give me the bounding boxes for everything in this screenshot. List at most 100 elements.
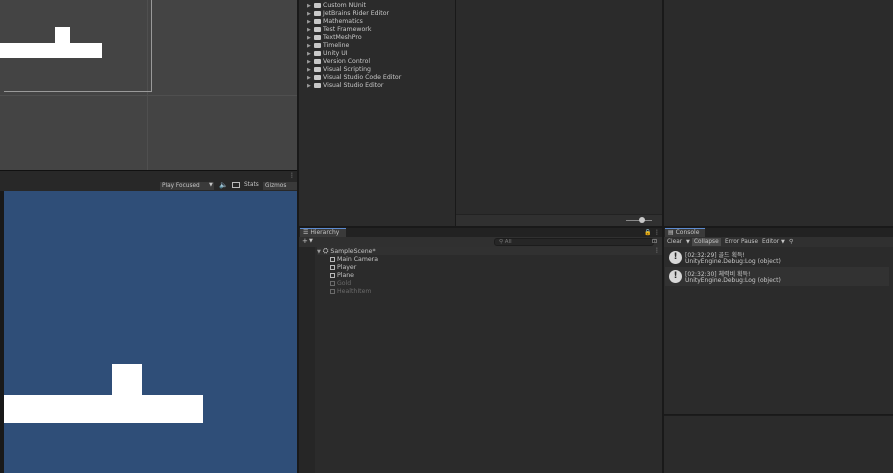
project-content-area[interactable] bbox=[456, 0, 662, 226]
collapse-arrow-icon[interactable]: ▼ bbox=[317, 249, 321, 255]
game-player-cube bbox=[112, 364, 142, 395]
hierarchy-tab-bar: 🔒 ⋮ bbox=[299, 228, 662, 237]
search-icon[interactable]: ⚲ bbox=[787, 238, 795, 246]
hierarchy-item-label: Main Camera bbox=[337, 256, 379, 263]
play-mode-dropdown[interactable]: Play Focused bbox=[160, 182, 214, 190]
inspector-panel bbox=[664, 0, 893, 226]
folder-label: Visual Scripting bbox=[323, 66, 371, 73]
chevron-down-icon[interactable]: ▼ bbox=[684, 238, 692, 246]
folder-icon bbox=[314, 10, 321, 16]
more-options-icon[interactable]: ⋮ bbox=[654, 229, 660, 236]
expand-arrow-icon[interactable]: ▶ bbox=[307, 50, 314, 58]
expand-arrow-icon[interactable]: ▶ bbox=[307, 42, 314, 50]
tree-item[interactable]: ▶ TextMeshPro bbox=[307, 34, 362, 42]
expand-arrow-icon[interactable]: ▶ bbox=[307, 26, 314, 34]
folder-icon bbox=[314, 58, 321, 64]
scene-plane[interactable] bbox=[0, 43, 102, 58]
hierarchy-item-inactive[interactable]: HealthItem bbox=[330, 288, 371, 296]
expand-arrow-icon[interactable]: ▶ bbox=[307, 2, 314, 10]
folder-label: Visual Studio Code Editor bbox=[323, 74, 402, 81]
scene-options-icon[interactable]: ⊡ bbox=[652, 238, 657, 245]
expand-arrow-icon[interactable]: ▶ bbox=[307, 10, 314, 18]
hierarchy-icon: ☰ bbox=[303, 229, 309, 236]
game-plane bbox=[4, 395, 203, 423]
more-options-icon[interactable]: ⋮ bbox=[289, 172, 295, 179]
tree-item[interactable]: ▶ Version Control bbox=[307, 58, 370, 66]
folder-icon bbox=[314, 82, 321, 88]
scene-view[interactable] bbox=[0, 0, 297, 170]
clear-button[interactable]: Clear bbox=[665, 238, 684, 246]
gameobject-icon bbox=[330, 288, 335, 294]
expand-arrow-icon[interactable]: ▶ bbox=[307, 18, 314, 26]
tab-console-label: Console bbox=[675, 229, 700, 236]
tree-item[interactable]: ▶ Timeline bbox=[307, 42, 349, 50]
gizmos-button[interactable]: Gizmos bbox=[263, 182, 297, 190]
folder-icon bbox=[314, 66, 321, 72]
folder-icon bbox=[314, 18, 321, 24]
more-options-icon[interactable]: ⋮ bbox=[654, 247, 660, 255]
expand-arrow-icon[interactable]: ▶ bbox=[307, 66, 314, 74]
add-button[interactable]: + bbox=[302, 237, 308, 245]
gizmos-label: Gizmos bbox=[265, 183, 287, 189]
chevron-down-icon[interactable]: ▼ bbox=[779, 238, 787, 246]
scene-name: SampleScene* bbox=[330, 248, 376, 255]
aspect-icon[interactable] bbox=[232, 182, 240, 188]
tree-item[interactable]: ▶ Custom NUnit bbox=[307, 2, 366, 10]
tree-item[interactable]: ▶ Visual Scripting bbox=[307, 66, 371, 74]
stats-button[interactable]: Stats bbox=[244, 182, 259, 188]
console-entry[interactable]: ! [02:32:29] 골드 획득! UnityEngine.Debug:Lo… bbox=[665, 248, 889, 267]
tree-item[interactable]: ▶ Visual Studio Editor bbox=[307, 82, 383, 90]
tree-item[interactable]: ▶ Visual Studio Code Editor bbox=[307, 74, 401, 82]
folder-label: Visual Studio Editor bbox=[323, 82, 384, 89]
project-footer bbox=[456, 214, 662, 226]
hierarchy-item-label: Player bbox=[337, 264, 357, 271]
hierarchy-item[interactable]: Plane bbox=[330, 272, 354, 280]
log-stack: UnityEngine.Debug:Log (object) bbox=[685, 277, 781, 284]
tree-item[interactable]: ▶ Unity UI bbox=[307, 50, 348, 58]
folder-icon bbox=[314, 50, 321, 56]
game-view[interactable] bbox=[4, 191, 297, 473]
folder-icon bbox=[314, 26, 321, 32]
expand-arrow-icon[interactable]: ▶ bbox=[307, 34, 314, 42]
info-icon: ! bbox=[669, 270, 682, 283]
folder-label: Unity UI bbox=[323, 50, 348, 57]
search-icon: ⚲ bbox=[499, 239, 504, 245]
scene-row[interactable]: ▼ ⛭ SampleScene* ⋮ bbox=[317, 247, 662, 255]
hierarchy-item-inactive[interactable]: Gold bbox=[330, 280, 351, 288]
project-folder-tree: ▶ Custom NUnit ▶ JetBrains Rider Editor ▶ M… bbox=[299, 0, 455, 226]
folder-icon bbox=[314, 2, 321, 8]
editor-dropdown[interactable]: Editor bbox=[760, 238, 781, 246]
lock-icon[interactable]: 🔒 bbox=[644, 229, 651, 236]
expand-arrow-icon[interactable]: ▶ bbox=[307, 82, 314, 90]
console-icon: ▤ bbox=[668, 229, 674, 236]
zoom-slider-handle[interactable] bbox=[639, 217, 645, 223]
tree-item[interactable]: ▶ Mathematics bbox=[307, 18, 363, 26]
console-entry[interactable]: ! [02:32:30] 체력비 획득! UnityEngine.Debug:L… bbox=[665, 267, 889, 286]
expand-arrow-icon[interactable]: ▶ bbox=[307, 58, 314, 66]
hierarchy-item-label: Gold bbox=[337, 280, 352, 287]
console-detail-area[interactable] bbox=[664, 415, 893, 473]
chevron-down-icon[interactable]: ▼ bbox=[209, 182, 213, 188]
gameobject-icon bbox=[330, 264, 335, 270]
tab-console[interactable]: ▤ Console bbox=[665, 228, 705, 237]
tree-item[interactable]: ▶ Test Framework bbox=[307, 26, 371, 34]
folder-icon bbox=[314, 74, 321, 80]
chevron-down-icon[interactable]: ▼ bbox=[309, 238, 313, 244]
folder-label: TextMeshPro bbox=[323, 34, 362, 41]
error-pause-button[interactable]: Error Pause bbox=[723, 238, 760, 246]
gameobject-icon bbox=[330, 256, 335, 262]
folder-label: Custom NUnit bbox=[323, 2, 366, 9]
hierarchy-search-input[interactable]: ⚲ All bbox=[494, 238, 654, 246]
tree-item[interactable]: ▶ JetBrains Rider Editor bbox=[307, 10, 389, 18]
collapse-button[interactable]: Collapse bbox=[692, 238, 721, 246]
mute-audio-icon[interactable]: 🔈 bbox=[219, 181, 228, 189]
hierarchy-gutter bbox=[299, 247, 315, 473]
hierarchy-item[interactable]: Main Camera bbox=[330, 256, 378, 264]
folder-label: Timeline bbox=[323, 42, 350, 49]
expand-arrow-icon[interactable]: ▶ bbox=[307, 74, 314, 82]
game-toolbar: ⋮ Play Focused ▼ 🔈 Stats Gizmos bbox=[0, 170, 297, 191]
scene-player-cube[interactable] bbox=[55, 27, 70, 44]
tab-hierarchy[interactable]: ☰ Hierarchy bbox=[300, 228, 346, 237]
hierarchy-item[interactable]: Player bbox=[330, 264, 356, 272]
hierarchy-item-label: Plane bbox=[337, 272, 354, 279]
